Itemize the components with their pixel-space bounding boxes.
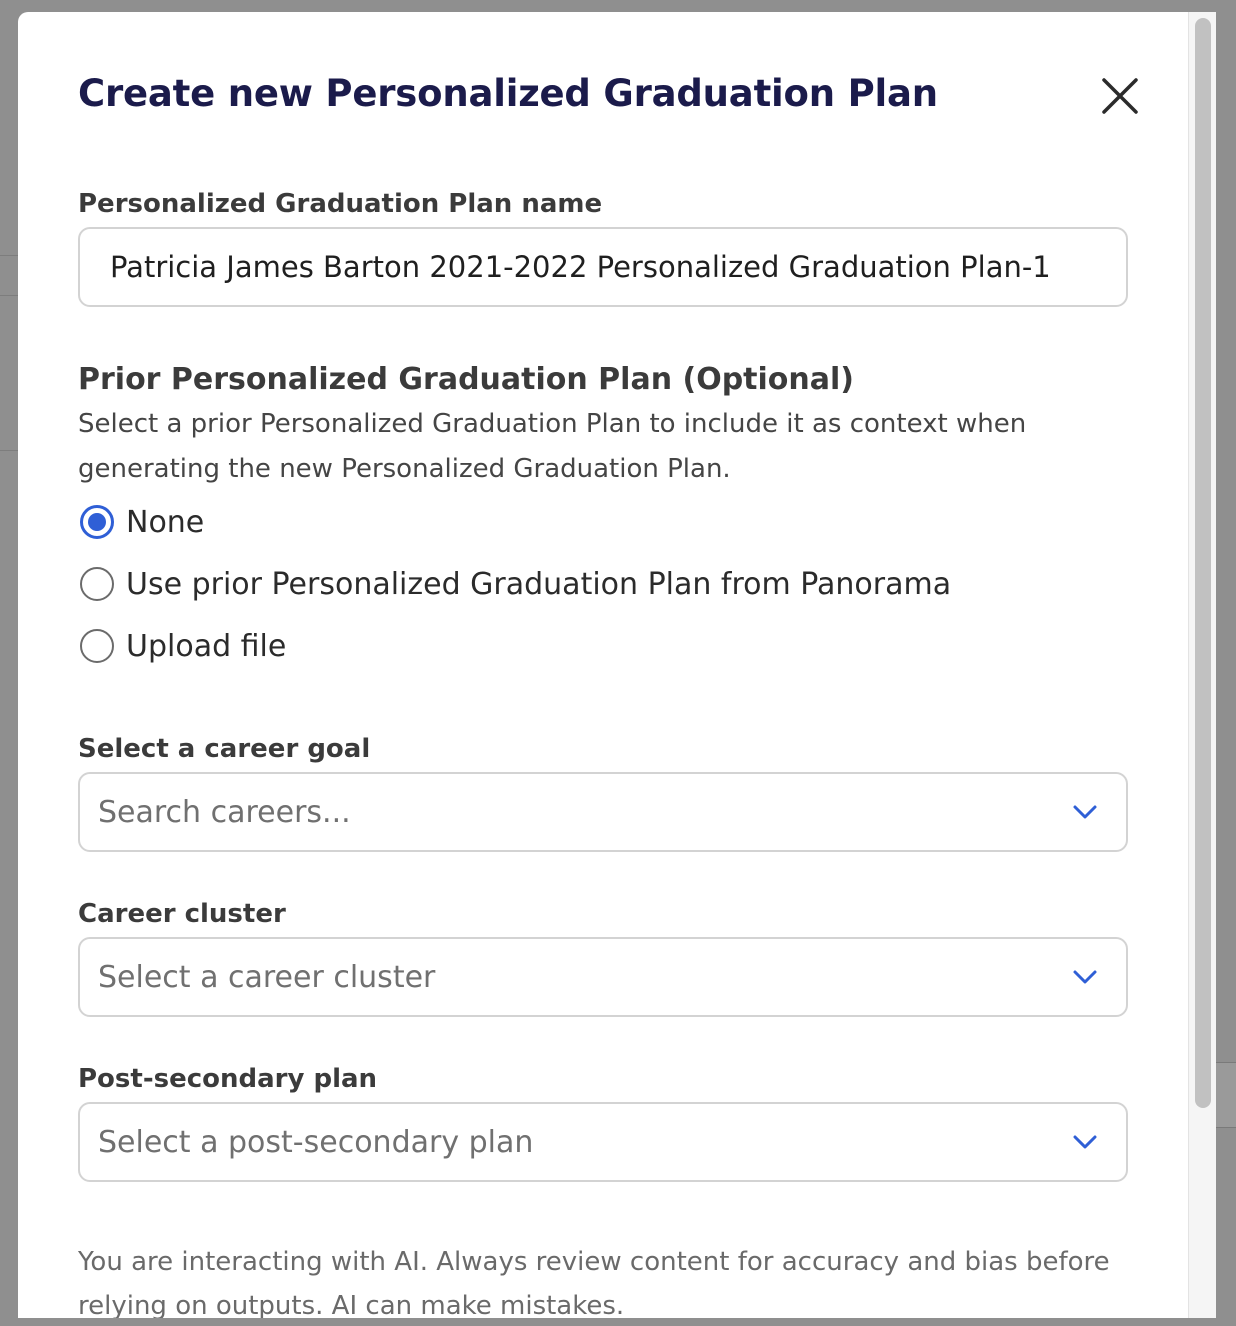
background-divider xyxy=(0,255,18,256)
radio-button[interactable] xyxy=(80,567,114,601)
radio-label: Use prior Personalized Graduation Plan f… xyxy=(126,566,952,602)
career-cluster-label: Career cluster xyxy=(78,899,286,929)
create-plan-modal: Create new Personalized Graduation Plan … xyxy=(18,12,1216,1318)
radio-option-none[interactable]: None xyxy=(80,502,204,542)
radio-label: None xyxy=(126,504,205,540)
radio-option-upload[interactable]: Upload file xyxy=(80,626,286,666)
post-secondary-select[interactable]: Select a post-secondary plan xyxy=(78,1102,1128,1182)
modal-title: Create new Personalized Graduation Plan xyxy=(78,72,938,115)
chevron-down-icon xyxy=(1073,970,1097,984)
ai-disclaimer: You are interacting with AI. Always revi… xyxy=(78,1247,1110,1318)
career-cluster-placeholder: Select a career cluster xyxy=(98,959,436,995)
close-button[interactable] xyxy=(1100,76,1140,116)
radio-option-panorama[interactable]: Use prior Personalized Graduation Plan f… xyxy=(80,564,951,604)
post-secondary-label: Post-secondary plan xyxy=(78,1064,378,1094)
career-cluster-select[interactable]: Select a career cluster xyxy=(78,937,1128,1017)
radio-label: Upload file xyxy=(126,628,287,664)
plan-name-input[interactable] xyxy=(78,227,1128,307)
radio-button-checked[interactable] xyxy=(80,505,114,539)
radio-button[interactable] xyxy=(80,629,114,663)
background-table-cell xyxy=(1216,1062,1236,1128)
modal-scrollbar[interactable] xyxy=(1188,12,1216,1318)
career-goal-label: Select a career goal xyxy=(78,734,371,764)
scrollbar-thumb[interactable] xyxy=(1195,18,1211,1108)
prior-plan-title: Prior Personalized Graduation Plan (Opti… xyxy=(78,362,855,397)
chevron-down-icon xyxy=(1073,1135,1097,1149)
career-goal-select[interactable]: Search careers... xyxy=(78,772,1128,852)
career-goal-placeholder: Search careers... xyxy=(98,794,351,830)
prior-plan-description: Select a prior Personalized Graduation P… xyxy=(78,409,1027,484)
close-icon xyxy=(1102,78,1138,114)
background-divider xyxy=(0,450,18,451)
chevron-down-icon xyxy=(1073,805,1097,819)
post-secondary-placeholder: Select a post-secondary plan xyxy=(98,1124,534,1160)
background-divider xyxy=(0,295,18,296)
plan-name-label: Personalized Graduation Plan name xyxy=(78,189,603,219)
